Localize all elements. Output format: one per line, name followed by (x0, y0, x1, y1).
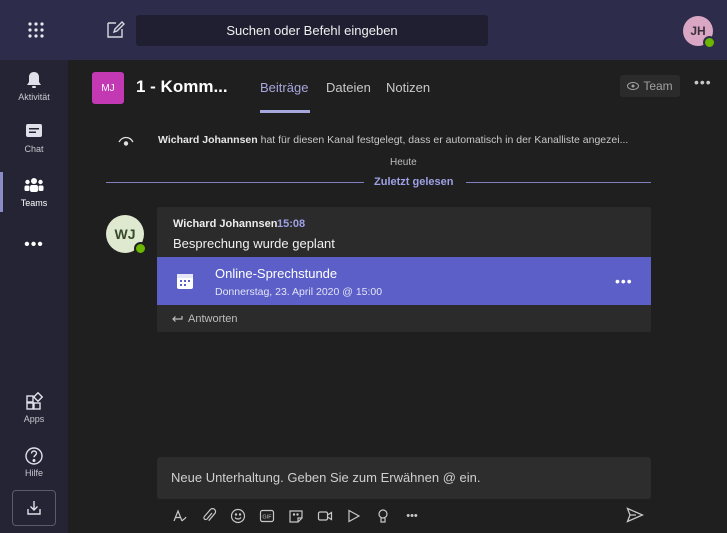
post-time: 15:08 (277, 218, 306, 230)
author-avatar[interactable]: WJ (106, 215, 147, 255)
reply-icon (172, 316, 183, 322)
tab-notes[interactable]: Notizen (386, 80, 430, 95)
presence-indicator (134, 242, 147, 255)
channel-name: 1 - Komm... (136, 77, 228, 96)
post-author[interactable]: Wichard Johannsen (173, 218, 277, 230)
tab-posts[interactable]: Beiträge (260, 80, 308, 95)
date-divider: Heute (390, 157, 417, 168)
system-message-text: hat für diesen Kanal festgelegt, dass er… (257, 134, 629, 146)
composer-placeholder: Neue Unterhaltung. Geben Sie zum Erwähne… (171, 470, 481, 485)
gif-label: GIF (262, 515, 272, 521)
author-initials: WJ (114, 226, 136, 242)
help-icon (25, 447, 43, 465)
reply-label: Antworten (188, 313, 238, 325)
meeting-card[interactable]: Online-Sprechstunde Donnerstag, 23. Apri… (157, 257, 651, 305)
rail-item-activity[interactable]: Aktivität (0, 60, 68, 112)
meeting-title: Online-Sprechstunde (215, 266, 338, 281)
send-icon[interactable] (626, 507, 644, 523)
eye-icon (627, 82, 640, 90)
calendar-icon (177, 274, 193, 289)
rail-item-help[interactable]: Hilfe (0, 436, 68, 488)
praise-icon[interactable] (375, 508, 391, 524)
format-icon[interactable] (172, 508, 188, 524)
new-chat-icon[interactable] (103, 18, 127, 42)
system-message-author: Wichard Johannsen (158, 134, 258, 146)
system-message: Wichard Johannsen hat für diesen Kanal f… (158, 134, 727, 152)
rail-item-teams[interactable]: Teams (0, 166, 68, 218)
teams-icon (24, 178, 44, 192)
more-icon[interactable]: ••• (404, 508, 420, 524)
presence-indicator (703, 36, 716, 49)
channel-post[interactable]: Wichard Johannsen 15:08 Besprechung wurd… (157, 207, 651, 332)
new-conversation-input[interactable]: Neue Unterhaltung. Geben Sie zum Erwähne… (157, 457, 651, 499)
rail-item-chat[interactable]: Chat (0, 112, 68, 164)
composer-toolbar: GIF ••• (172, 506, 420, 526)
search-input[interactable]: Suchen oder Befehl eingeben (136, 15, 488, 46)
search-placeholder: Suchen oder Befehl eingeben (226, 23, 398, 38)
rail-label: Apps (23, 414, 45, 424)
gif-icon[interactable]: GIF (259, 508, 275, 524)
divider-line-right (466, 182, 651, 183)
app-rail: Aktivität Chat Teams ••• Apps Hilfe (0, 60, 68, 533)
title-bar: Suchen oder Befehl eingeben JH (0, 0, 727, 60)
divider-line-left (106, 182, 364, 183)
active-tab-indicator (260, 110, 310, 113)
more-apps-button[interactable]: ••• (0, 236, 68, 254)
emoji-icon[interactable] (230, 508, 246, 524)
rail-label: Aktivität (18, 92, 50, 102)
bell-icon (27, 72, 41, 88)
team-button[interactable]: Team (620, 75, 680, 97)
user-initials: JH (690, 24, 706, 38)
meeting-more-button[interactable]: ••• (615, 273, 633, 289)
tab-files[interactable]: Dateien (326, 80, 371, 95)
stream-icon[interactable] (346, 508, 362, 524)
rail-label: Teams (20, 198, 48, 208)
post-text: Besprechung wurde geplant (173, 236, 335, 251)
reply-button[interactable]: Antworten (171, 313, 238, 325)
meeting-date: Donnerstag, 23. April 2020 @ 15:00 (215, 286, 383, 298)
last-read-divider: Zuletzt gelesen (374, 176, 454, 188)
rail-item-apps[interactable]: Apps (0, 382, 68, 434)
channel-header: MJ 1 - Komm... Beiträge Dateien Notizen … (68, 60, 727, 120)
chat-icon (26, 124, 42, 137)
download-icon (27, 501, 41, 515)
eye-icon (118, 136, 134, 146)
apps-icon (26, 392, 44, 410)
user-avatar[interactable]: JH (683, 16, 716, 49)
team-button-label: Team (643, 79, 673, 93)
attach-icon[interactable] (201, 508, 217, 524)
download-button[interactable] (12, 490, 56, 526)
meet-now-icon[interactable] (317, 508, 333, 524)
app-launcher-icon[interactable] (24, 18, 48, 42)
team-avatar[interactable]: MJ (92, 72, 124, 104)
channel-more-button[interactable]: ••• (694, 74, 712, 90)
sticker-icon[interactable] (288, 508, 304, 524)
rail-label: Chat (24, 144, 44, 154)
rail-label: Hilfe (24, 468, 43, 478)
